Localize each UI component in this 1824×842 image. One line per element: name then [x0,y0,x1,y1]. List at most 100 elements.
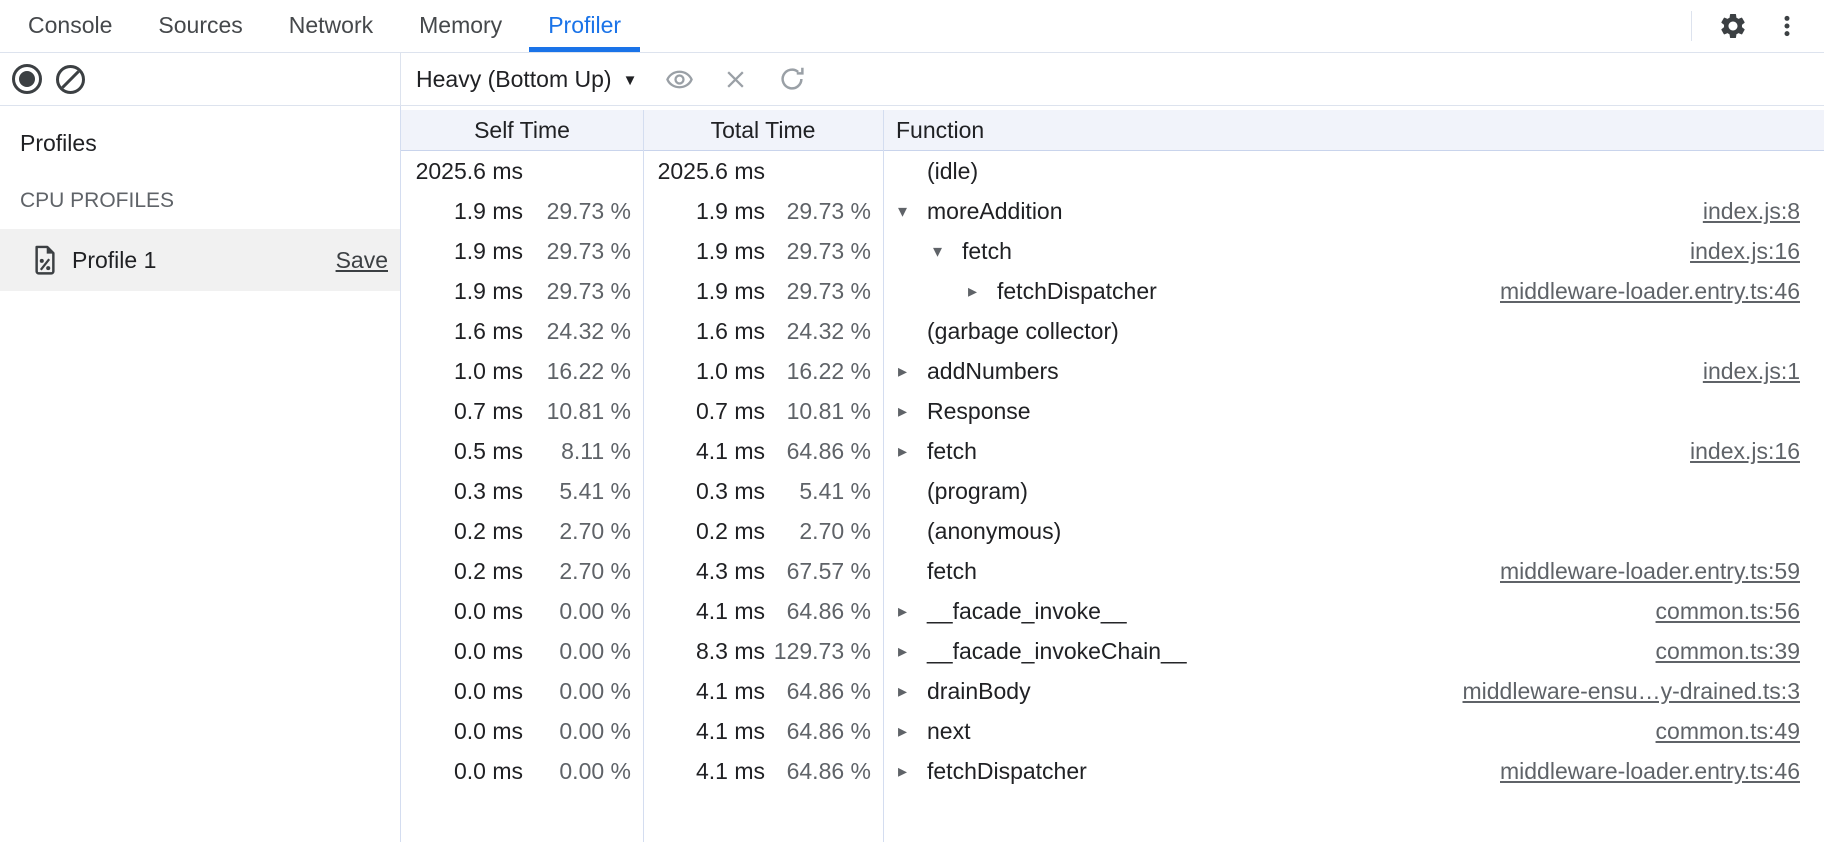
source-link[interactable]: middleware-loader.entry.ts:59 [1500,558,1800,585]
function-cell: (garbage collector) [883,318,1824,345]
total-time-ms: 0.3 ms [643,478,765,505]
self-time-ms: 0.2 ms [401,558,523,585]
total-time-cell: 4.1 ms 64.86 % [643,678,883,705]
exclude-function-button[interactable] [722,66,749,93]
expand-arrow-icon[interactable]: ▸ [897,681,927,702]
total-time-cell: 8.3 ms 129.73 % [643,638,883,665]
function-name: moreAddition [927,198,1063,225]
total-time-pct: 67.57 % [765,558,883,585]
expand-arrow-icon[interactable]: ▸ [897,721,927,742]
clear-all-profiles-button[interactable] [56,65,85,94]
focus-function-button[interactable] [665,65,694,94]
table-row[interactable]: 0.5 ms 8.11 % 4.1 ms 64.86 % ▸ fetch ind… [401,431,1824,471]
tab-sources[interactable]: Sources [135,0,265,52]
total-time-cell: 1.0 ms 16.22 % [643,358,883,385]
table-row[interactable]: 0.0 ms 0.00 % 4.1 ms 64.86 % ▸ fetchDisp… [401,751,1824,791]
source-link[interactable]: middleware-loader.entry.ts:46 [1500,278,1800,305]
expand-arrow-icon[interactable]: ▸ [897,441,927,462]
content-area: Profiles CPU PROFILES Profile 1 Save Sel… [0,106,1824,842]
self-time-ms: 2025.6 ms [401,158,523,185]
more-options-button[interactable] [1774,13,1800,39]
source-link[interactable]: index.js:16 [1690,238,1800,265]
expand-arrow-icon[interactable]: ▸ [897,761,927,782]
source-link[interactable]: index.js:1 [1703,358,1800,385]
source-link[interactable]: index.js:8 [1703,198,1800,225]
table-row[interactable]: 0.3 ms 5.41 % 0.3 ms 5.41 % (program) [401,471,1824,511]
table-row[interactable]: 0.0 ms 0.00 % 4.1 ms 64.86 % ▸ drainBody… [401,671,1824,711]
self-time-pct: 16.22 % [523,358,643,385]
column-header-function[interactable]: Function [883,117,1824,144]
table-row[interactable]: 1.6 ms 24.32 % 1.6 ms 24.32 % (garbage c… [401,311,1824,351]
expand-arrow-icon[interactable]: ▸ [897,601,927,622]
table-row[interactable]: 0.2 ms 2.70 % 0.2 ms 2.70 % (anonymous) [401,511,1824,551]
table-row[interactable]: 1.0 ms 16.22 % 1.0 ms 16.22 % ▸ addNumbe… [401,351,1824,391]
source-link[interactable]: middleware-loader.entry.ts:46 [1500,758,1800,785]
self-time-pct: 29.73 % [523,238,643,265]
table-row[interactable]: 2025.6 ms 2025.6 ms (idle) [401,151,1824,191]
source-link[interactable]: middleware-ensu…y-drained.ts:3 [1463,678,1801,705]
table-row[interactable]: 1.9 ms 29.73 % 1.9 ms 29.73 % ▾ moreAddi… [401,191,1824,231]
tree-indent [897,291,967,292]
expand-arrow-icon[interactable]: ▸ [897,641,927,662]
total-time-cell: 1.9 ms 29.73 % [643,198,883,225]
grid-body: 2025.6 ms 2025.6 ms (idle) 1.9 ms 29.73 … [401,151,1824,791]
source-link[interactable]: index.js:16 [1690,438,1800,465]
save-profile-link[interactable]: Save [336,247,388,274]
self-time-pct: 8.11 % [523,438,643,465]
profile-list-item[interactable]: Profile 1 Save [0,229,400,291]
expand-arrow-icon[interactable]: ▸ [897,361,927,382]
gear-icon [1718,11,1748,41]
tab-console[interactable]: Console [5,0,135,52]
tab-profiler[interactable]: Profiler [525,0,644,52]
settings-button[interactable] [1718,11,1748,41]
self-time-cell: 0.5 ms 8.11 % [401,438,643,465]
expand-arrow-icon[interactable]: ▾ [932,241,962,262]
table-row[interactable]: 1.9 ms 29.73 % 1.9 ms 29.73 % ▸ fetchDis… [401,271,1824,311]
source-link[interactable]: common.ts:49 [1656,718,1800,745]
total-time-cell: 1.6 ms 24.32 % [643,318,883,345]
function-cell: ▸ __facade_invokeChain__ common.ts:39 [883,638,1824,665]
x-icon [722,66,749,93]
table-row[interactable]: 0.2 ms 2.70 % 4.3 ms 67.57 % fetch middl… [401,551,1824,591]
self-time-cell: 0.0 ms 0.00 % [401,598,643,625]
function-name: fetch [927,558,977,585]
function-cell: fetch middleware-loader.entry.ts:59 [883,558,1824,585]
total-time-pct: 64.86 % [765,678,883,705]
total-time-cell: 4.1 ms 64.86 % [643,438,883,465]
self-time-cell: 1.6 ms 24.32 % [401,318,643,345]
total-time-pct: 24.32 % [765,318,883,345]
self-time-cell: 0.0 ms 0.00 % [401,758,643,785]
self-time-ms: 1.0 ms [401,358,523,385]
tab-memory[interactable]: Memory [396,0,525,52]
total-time-pct: 129.73 % [765,638,883,665]
expand-arrow-icon[interactable]: ▸ [897,401,927,422]
self-time-pct: 29.73 % [523,278,643,305]
column-header-total-time[interactable]: Total Time [643,117,883,144]
self-time-ms: 0.0 ms [401,678,523,705]
total-time-ms: 4.1 ms [643,718,765,745]
total-time-ms: 4.1 ms [643,678,765,705]
table-row[interactable]: 0.0 ms 0.00 % 4.1 ms 64.86 % ▸ __facade_… [401,591,1824,631]
function-cell: ▾ fetch index.js:16 [883,238,1824,265]
record-button[interactable] [12,64,42,94]
expand-arrow-icon[interactable]: ▸ [967,281,997,302]
self-time-pct: 24.32 % [523,318,643,345]
total-time-ms: 4.1 ms [643,438,765,465]
self-time-cell: 0.3 ms 5.41 % [401,478,643,505]
profile-view-select[interactable]: Heavy (Bottom Up) ▼ [416,66,637,93]
restore-functions-button[interactable] [777,64,807,94]
source-link[interactable]: common.ts:39 [1656,638,1800,665]
column-header-self-time[interactable]: Self Time [401,117,643,144]
expand-arrow-icon[interactable]: ▾ [897,201,927,222]
tab-network[interactable]: Network [266,0,396,52]
function-name: Response [927,398,1031,425]
self-time-cell: 1.9 ms 29.73 % [401,278,643,305]
table-row[interactable]: 1.9 ms 29.73 % 1.9 ms 29.73 % ▾ fetch in… [401,231,1824,271]
table-row[interactable]: 0.0 ms 0.00 % 4.1 ms 64.86 % ▸ next comm… [401,711,1824,751]
table-row[interactable]: 0.7 ms 10.81 % 0.7 ms 10.81 % ▸ Response [401,391,1824,431]
self-time-cell: 1.0 ms 16.22 % [401,358,643,385]
function-cell: ▾ moreAddition index.js:8 [883,198,1824,225]
source-link[interactable]: common.ts:56 [1656,598,1800,625]
function-cell: ▸ next common.ts:49 [883,718,1824,745]
table-row[interactable]: 0.0 ms 0.00 % 8.3 ms 129.73 % ▸ __facade… [401,631,1824,671]
